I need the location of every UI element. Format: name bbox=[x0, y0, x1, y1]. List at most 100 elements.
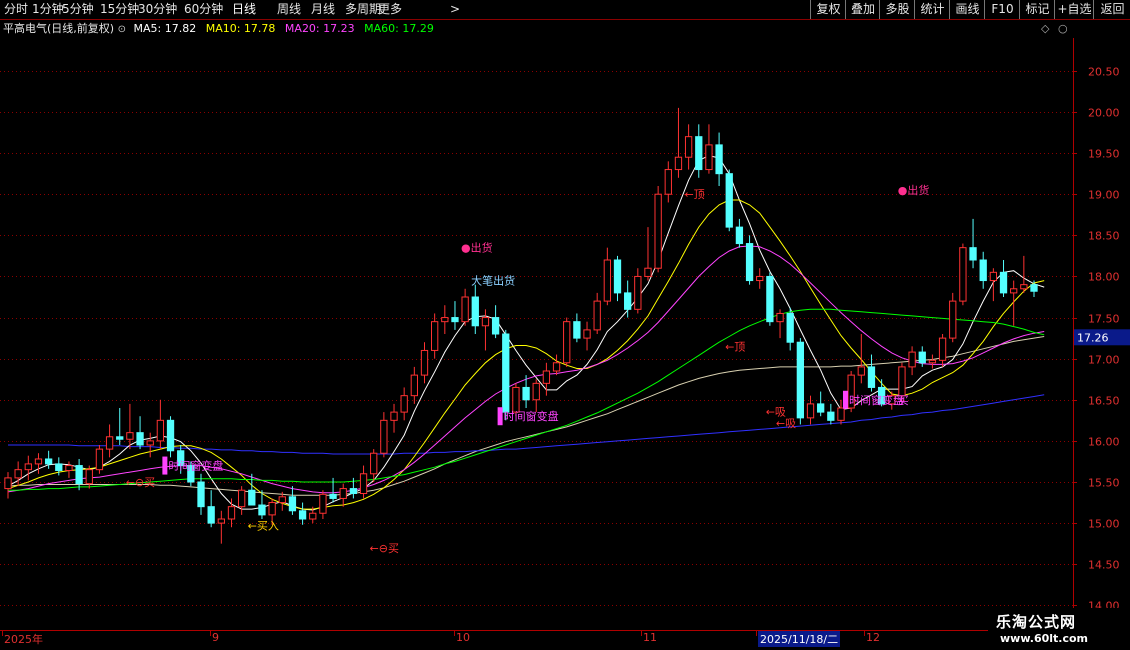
candle bbox=[431, 313, 439, 359]
candle bbox=[298, 502, 307, 525]
candle bbox=[1010, 280, 1018, 326]
tab-1[interactable]: 1分钟 bbox=[32, 1, 64, 18]
candle bbox=[1020, 255, 1028, 293]
y-tick-label: 18.50 bbox=[1088, 230, 1120, 243]
time-window-marker bbox=[842, 390, 848, 409]
x-tick-label: 11 bbox=[643, 631, 657, 644]
signal-annotation: ←⊖买 bbox=[370, 542, 399, 555]
more-chevron-icon[interactable]: > bbox=[450, 1, 460, 18]
candle bbox=[166, 416, 175, 458]
candle bbox=[75, 458, 83, 491]
candle bbox=[634, 268, 642, 314]
toolbar-button-3[interactable]: 统计 bbox=[914, 0, 950, 19]
tab-0[interactable]: 分时 bbox=[4, 1, 28, 18]
candle bbox=[664, 161, 672, 203]
candle bbox=[695, 124, 703, 178]
signal-annotation: 时间窗变盘 bbox=[504, 409, 559, 423]
tab-4[interactable]: 30分钟 bbox=[138, 1, 177, 18]
x-tick bbox=[210, 630, 211, 636]
crosshair-date-label: 2025/11/18/二 bbox=[758, 631, 841, 647]
x-tick bbox=[864, 630, 865, 636]
candle bbox=[563, 317, 571, 367]
candle bbox=[248, 473, 256, 506]
signal-annotation: ←吸 bbox=[766, 405, 786, 418]
x-tick-label: 10 bbox=[456, 631, 470, 644]
candle bbox=[156, 399, 165, 450]
candle bbox=[725, 169, 733, 232]
y-tick-label: 16.00 bbox=[1088, 436, 1120, 449]
candle bbox=[390, 403, 398, 433]
tab-3[interactable]: 15分钟 bbox=[100, 1, 139, 18]
candle bbox=[339, 483, 347, 507]
time-window-marker bbox=[497, 407, 503, 426]
tab-6[interactable]: 日线 bbox=[232, 1, 256, 18]
candle bbox=[949, 292, 957, 343]
candle bbox=[654, 186, 662, 273]
candle bbox=[116, 408, 124, 445]
toolbar-button-1[interactable]: 叠加 bbox=[845, 0, 880, 19]
candle bbox=[756, 268, 764, 289]
candle bbox=[857, 334, 865, 384]
candlestick-chart[interactable]: 20.50 20.00 19.50 19.00 18.50 18.00 17.50 17.00… bbox=[0, 38, 1130, 650]
candle bbox=[593, 292, 601, 334]
y-tick-label: 20.00 bbox=[1088, 107, 1120, 120]
toolbar-button-7[interactable]: +自选 bbox=[1054, 0, 1094, 19]
tab-5[interactable]: 60分钟 bbox=[184, 1, 223, 18]
signal-annotation: ●出货 bbox=[461, 241, 493, 255]
diamond-icon[interactable]: ◇ bbox=[1041, 22, 1049, 35]
x-tick-label: 9 bbox=[212, 631, 219, 644]
candle bbox=[481, 309, 490, 351]
candle bbox=[908, 346, 916, 376]
toolbar-button-4[interactable]: 画线 bbox=[949, 0, 985, 19]
toolbar-button-6[interactable]: 标记 bbox=[1019, 0, 1055, 19]
y-tick-label: 18.00 bbox=[1088, 271, 1120, 284]
candle bbox=[817, 391, 825, 417]
ma5-value: MA5: 17.82 bbox=[133, 22, 197, 35]
candle bbox=[461, 288, 469, 326]
toolbar-button-2[interactable]: 多股 bbox=[879, 0, 915, 19]
circle-icon[interactable]: ○ bbox=[1058, 22, 1068, 35]
toolbar-button-0[interactable]: 复权 bbox=[810, 0, 846, 19]
candle bbox=[776, 309, 784, 339]
toolbar-button-5[interactable]: F10 bbox=[984, 0, 1020, 19]
candle bbox=[359, 465, 368, 499]
candle bbox=[380, 412, 388, 458]
signal-annotation: 时间窗变盘 bbox=[168, 459, 223, 473]
candle bbox=[745, 235, 754, 285]
candle bbox=[400, 387, 408, 421]
candle bbox=[471, 284, 479, 334]
x-tick bbox=[2, 630, 3, 636]
candle bbox=[136, 416, 144, 450]
candle bbox=[644, 227, 652, 281]
candle bbox=[766, 272, 774, 326]
x-tick bbox=[641, 630, 642, 636]
time-window-marker bbox=[162, 456, 168, 475]
candle bbox=[451, 301, 459, 330]
tab-2[interactable]: 5分钟 bbox=[62, 1, 94, 18]
x-tick bbox=[756, 630, 757, 636]
collapse-icon[interactable]: ⊙ bbox=[118, 24, 126, 35]
candle bbox=[827, 403, 835, 425]
candle bbox=[491, 305, 500, 339]
toolbar-button-8[interactable]: 返回 bbox=[1093, 0, 1130, 19]
signal-annotation: ←买入 bbox=[248, 520, 279, 533]
y-tick-label: 19.00 bbox=[1088, 189, 1120, 202]
candle bbox=[603, 247, 611, 306]
candle bbox=[969, 218, 977, 269]
y-tick-label: 14.50 bbox=[1088, 559, 1120, 572]
candle bbox=[786, 307, 794, 351]
tab-8[interactable]: 月线 bbox=[311, 1, 335, 18]
candle bbox=[227, 498, 236, 528]
signal-annotation: ←吸 bbox=[776, 417, 796, 430]
candle bbox=[237, 486, 246, 515]
candle bbox=[613, 255, 622, 302]
tab-10[interactable]: 更多 bbox=[378, 1, 402, 18]
tab-9[interactable]: 多周期 bbox=[345, 1, 381, 18]
stock-title: 平高电气(日线,前复权) bbox=[3, 22, 115, 35]
tab-7[interactable]: 周线 bbox=[277, 1, 301, 18]
candle bbox=[796, 338, 805, 425]
candle bbox=[105, 424, 114, 458]
candle bbox=[867, 354, 876, 392]
candle bbox=[288, 486, 297, 515]
chart-info-bar: 平高电气(日线,前复权) ⊙ MA5: 17.82 MA10: 17.78 MA… bbox=[0, 20, 434, 38]
